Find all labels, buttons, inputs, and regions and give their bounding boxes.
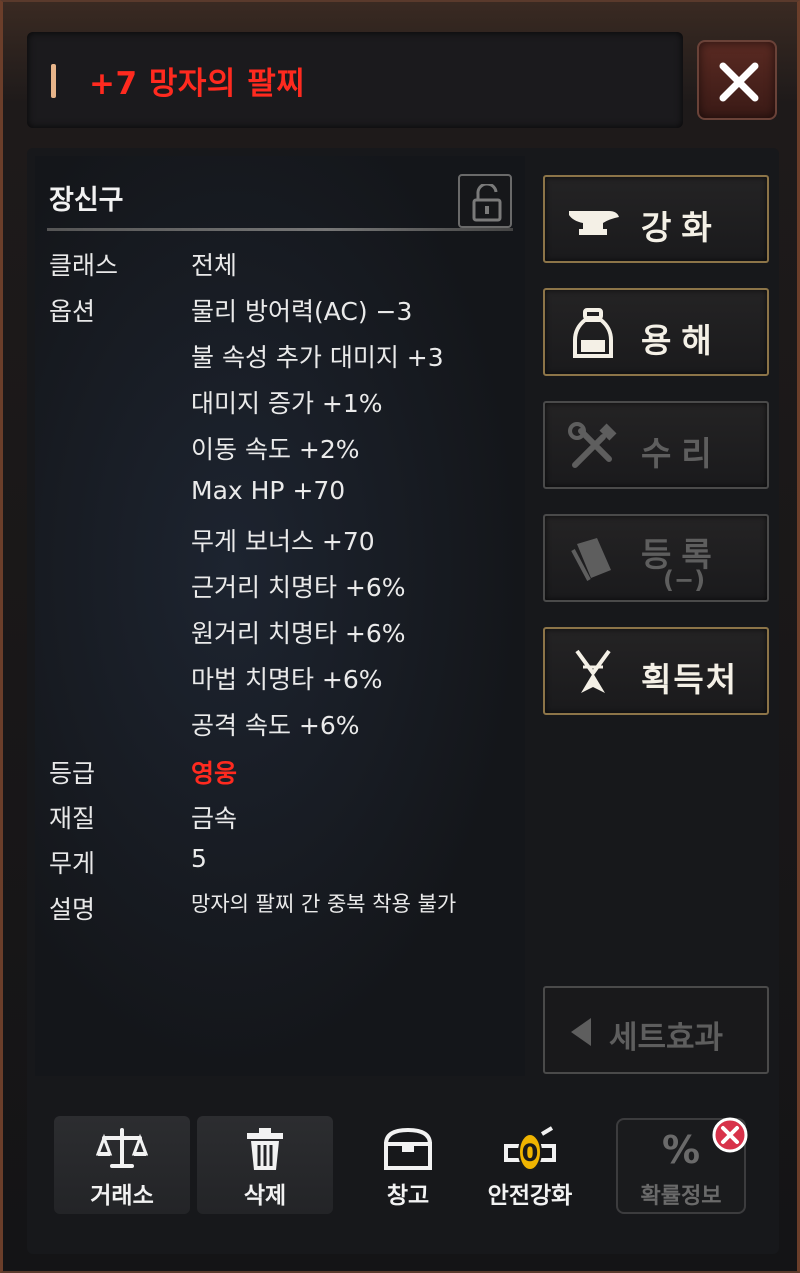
exchange-label: 거래소 [90, 1183, 154, 1209]
repair-button[interactable]: 수리 [543, 401, 769, 489]
anvil-icon [569, 211, 619, 235]
obtain-source-button[interactable]: 획득처 [543, 627, 769, 715]
trash-icon [247, 1128, 283, 1170]
material-label: 재질 [49, 804, 96, 833]
option-line: 물리 방어력(AC) −3 [191, 297, 413, 326]
chest-icon [383, 1127, 433, 1170]
storage-button[interactable]: 창고 [348, 1116, 468, 1214]
dissolve-label: 용해 [641, 321, 722, 360]
wrench-hammer-icon [568, 422, 617, 468]
title-accent-bar [51, 64, 56, 98]
left-arrow-icon [571, 1018, 591, 1046]
register-sub-label: (−) [663, 566, 706, 594]
item-title: +7 망자의 팔찌 [89, 66, 306, 102]
potion-bottle-icon [573, 308, 613, 358]
item-category: 장신구 [49, 185, 124, 216]
description-value: 망자의 팔찌 간 중복 착용 불가 [191, 892, 457, 916]
option-line: Max HP +70 [191, 476, 346, 505]
option-line: 불 속성 추가 대미지 +3 [191, 343, 444, 372]
delete-button[interactable]: 삭제 [197, 1116, 333, 1214]
option-line: 이동 속도 +2% [191, 435, 360, 464]
close-x-icon [719, 62, 759, 102]
option-label: 옵션 [49, 297, 96, 326]
grade-value: 영웅 [191, 759, 238, 788]
dissolve-button[interactable]: 용해 [543, 288, 769, 376]
exchange-button[interactable]: 거래소 [54, 1116, 190, 1214]
option-line: 대미지 증가 +1% [191, 389, 383, 418]
unlocked-padlock-icon [472, 184, 502, 222]
safe-enhance-badge: 0 [522, 1139, 539, 1167]
option-line: 원거리 치명타 +6% [191, 619, 406, 648]
probability-label: 확률정보 [640, 1184, 722, 1209]
option-line: 근거리 치명타 +6% [191, 573, 406, 602]
safe-enhance-label: 안전강화 [487, 1183, 573, 1209]
weight-value: 5 [191, 844, 207, 873]
class-value: 전체 [191, 251, 238, 280]
set-effect-label: 세트효과 [609, 1020, 724, 1056]
close-circle-icon[interactable] [711, 1116, 749, 1154]
scales-icon [96, 1128, 148, 1168]
option-line: 무게 보너스 +70 [191, 527, 375, 556]
material-value: 금속 [191, 804, 238, 833]
category-divider [47, 228, 513, 231]
book-icon [571, 538, 611, 581]
register-button[interactable]: 등록 (−) [543, 514, 769, 602]
description-label: 설명 [49, 895, 96, 924]
title-bar: +7 망자의 팔찌 [27, 32, 683, 128]
lock-toggle-button[interactable] [458, 174, 512, 228]
option-line: 공격 속도 +6% [191, 711, 360, 740]
enhance-button[interactable]: 강화 [543, 175, 769, 263]
repair-label: 수리 [641, 434, 722, 473]
safe-enhance-button[interactable]: 0 안전강화 [470, 1116, 590, 1214]
option-line: 마법 치명타 +6% [191, 665, 383, 694]
obtain-source-label: 획득처 [641, 660, 739, 699]
weight-label: 무게 [49, 849, 96, 878]
item-info-window: +7 망자의 팔찌 장신구 클래스 전체 옵션 물리 방어력(AC) −3 불 … [0, 0, 800, 1273]
compass-arrow-icon [575, 649, 611, 693]
set-effect-button[interactable]: 세트효과 [543, 986, 769, 1074]
safe-enhance-icon: 0 [504, 1126, 556, 1171]
grade-label: 등급 [49, 759, 96, 788]
class-label: 클래스 [49, 251, 119, 280]
delete-label: 삭제 [243, 1183, 287, 1209]
enhance-label: 강화 [641, 208, 722, 247]
close-button[interactable] [697, 40, 777, 120]
storage-label: 창고 [386, 1183, 430, 1209]
